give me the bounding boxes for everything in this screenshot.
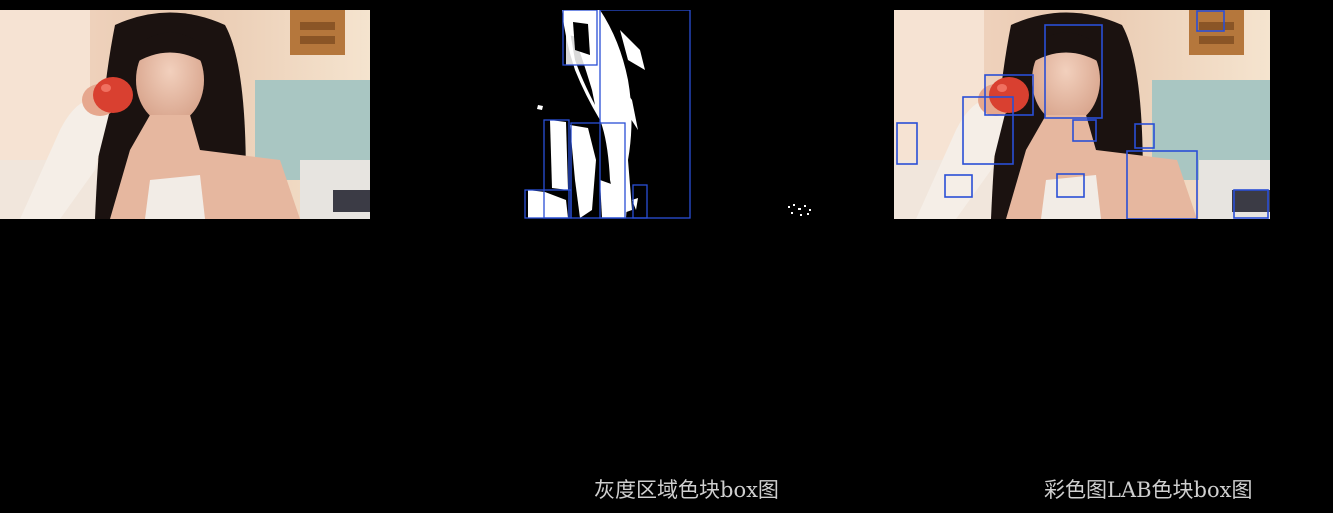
lab-color-blob-boxes — [894, 10, 1270, 219]
lab-photo-graphic — [894, 10, 1270, 219]
original-photo-graphic — [0, 10, 371, 219]
noise-speckles — [788, 204, 811, 216]
lab-caption: 彩色图LAB色块box图 — [1044, 478, 1253, 502]
gray-caption: 灰度区域色块box图 — [594, 478, 779, 502]
original-photo — [0, 10, 371, 219]
grayscale-blob-graphic — [524, 10, 691, 219]
grayscale-blob-boxes — [370, 10, 710, 219]
